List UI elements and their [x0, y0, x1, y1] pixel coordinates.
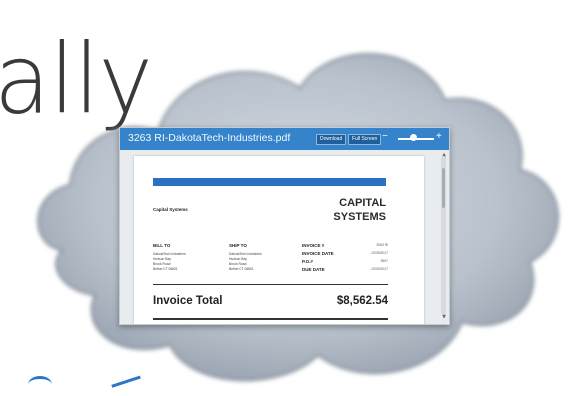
- invoice-header-bar: [153, 178, 386, 186]
- zoom-in-button[interactable]: +: [436, 131, 442, 142]
- ship-to-address: DakotaTech Industries Hudson Bay Brook R…: [229, 252, 262, 272]
- invoice-page: Capital Systems CAPITAL SYSTEMS BILL TO …: [134, 156, 424, 324]
- document-title: 3263 RI-DakotaTech-Industries.pdf: [128, 132, 291, 144]
- ship-to-line: Bethel CT 06801: [229, 267, 254, 271]
- bill-to-line: Bethel CT 06801: [153, 267, 178, 271]
- ship-to-heading: SHIP TO: [229, 243, 247, 248]
- brand-line-1: CAPITAL: [339, 197, 386, 209]
- total-bottom-divider: [153, 318, 388, 320]
- sender-name: Capital Systems: [153, 207, 188, 212]
- invoice-number-row: INVOICE # 3263 RI: [302, 243, 388, 250]
- zoom-out-button[interactable]: −: [382, 131, 388, 142]
- invoice-total-label: Invoice Total: [153, 295, 223, 307]
- brand-line-2: SYSTEMS: [333, 211, 386, 223]
- invoice-number-value: 3263 RI: [376, 243, 388, 247]
- bill-to-address: DakotaTech Industries Hudson Bay Brook R…: [153, 252, 186, 272]
- due-date-row: DUE DATE 02/09/2017: [302, 267, 388, 274]
- scroll-down-arrow-icon[interactable]: ▼: [442, 314, 446, 320]
- invoice-date-row: INVOICE DATE 02/05/2017: [302, 251, 388, 258]
- pdf-viewer-window: 3263 RI-DakotaTech-Industries.pdf Downlo…: [119, 127, 450, 325]
- bill-to-heading: BILL TO: [153, 243, 171, 248]
- scrollbar-thumb[interactable]: [442, 168, 445, 208]
- po-number-row: P.O.# 5507: [302, 259, 388, 266]
- po-number-value: 5507: [380, 259, 388, 263]
- invoice-date-value: 02/05/2017: [371, 251, 388, 255]
- download-button[interactable]: Download: [316, 134, 347, 145]
- due-date-label: DUE DATE: [302, 267, 325, 272]
- invoice-number-label: INVOICE #: [302, 243, 325, 248]
- invoice-date-label: INVOICE DATE: [302, 251, 334, 256]
- fullscreen-button[interactable]: Full Screen: [348, 134, 382, 145]
- due-date-value: 02/09/2017: [371, 267, 388, 271]
- company-logo-text: CAPITAL SYSTEMS: [314, 196, 386, 224]
- invoice-total-value: $8,562.54: [336, 295, 388, 307]
- po-number-label: P.O.#: [302, 259, 313, 264]
- zoom-slider-knob[interactable]: [410, 134, 417, 141]
- total-divider: [153, 284, 388, 285]
- viewer-titlebar: 3263 RI-DakotaTech-Industries.pdf Downlo…: [120, 128, 449, 150]
